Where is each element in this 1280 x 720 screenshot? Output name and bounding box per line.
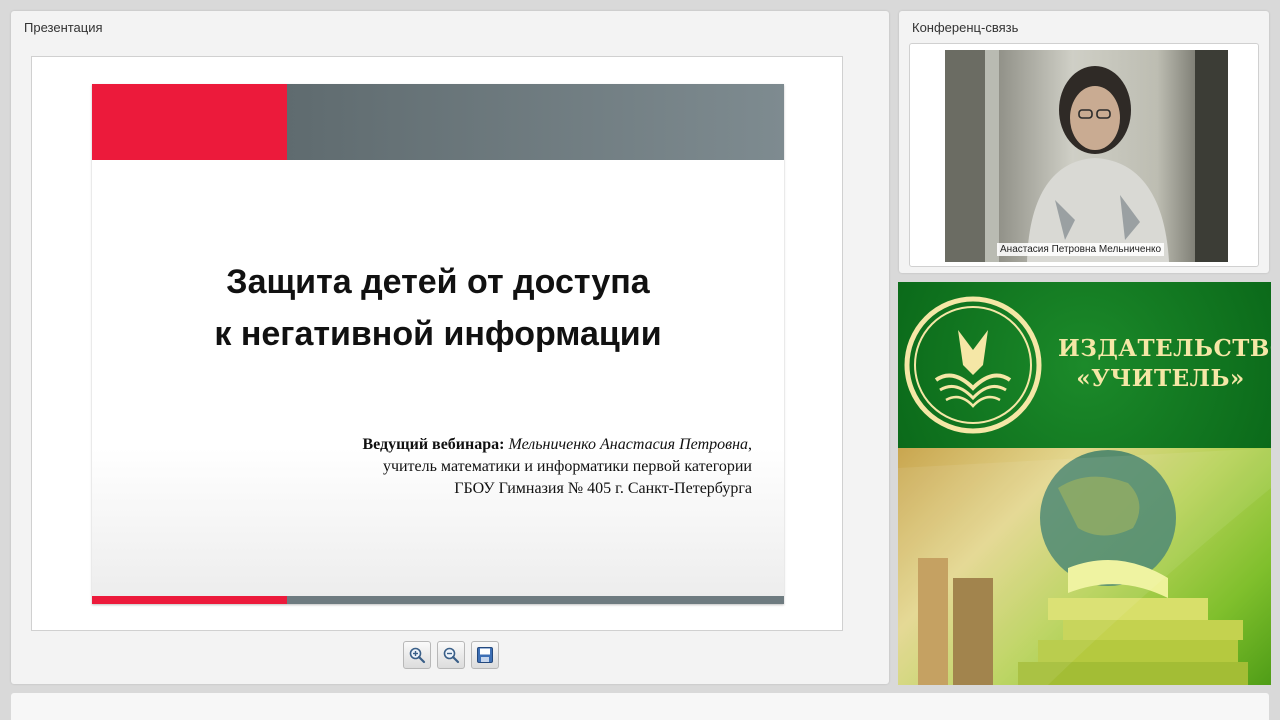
video-frame: Анастасия Петровна Мельниченко <box>909 43 1259 267</box>
zoom-in-icon <box>409 647 426 664</box>
slide-title: Защита детей от доступа к негативной инф… <box>92 256 784 360</box>
presentation-toolbar <box>403 641 503 671</box>
presentation-panel-title: Презентация <box>24 20 103 35</box>
slide-footer-red-block <box>92 596 287 604</box>
ad-header: ИЗДАТЕЛЬСТВО «УЧИТЕЛЬ» <box>898 282 1271 448</box>
slide-host-label: Ведущий вебинара: <box>362 436 505 453</box>
slide-host-name: Мельниченко Анастасия Петровна <box>508 436 748 453</box>
bottom-panel <box>11 693 1269 720</box>
publisher-ad-banner[interactable]: ИЗДАТЕЛЬСТВО «УЧИТЕЛЬ» <box>898 282 1271 685</box>
slide-header-red-block <box>92 84 287 160</box>
slide-footer-gray-block <box>287 596 784 604</box>
zoom-out-icon <box>443 647 460 664</box>
ad-books-image <box>898 448 1271 685</box>
save-button[interactable] <box>471 641 499 669</box>
save-icon <box>477 647 493 663</box>
conference-panel: Конференц-связь Анастасия Петровна Мельн… <box>899 11 1269 273</box>
zoom-in-button[interactable] <box>403 641 431 669</box>
ad-text: ИЗДАТЕЛЬСТВО «УЧИТЕЛЬ» <box>1058 334 1271 394</box>
slide-title-line-1: Защита детей от доступа <box>226 263 650 301</box>
presentation-slide: Защита детей от доступа к негативной инф… <box>92 84 784 604</box>
webcam-person-image <box>945 50 1228 262</box>
slide-title-line-2: к негативной информации <box>214 315 662 353</box>
participant-name-label: Анастасия Петровна Мельниченко <box>997 243 1165 256</box>
ad-line-2: «УЧИТЕЛЬ» <box>1076 365 1245 392</box>
slide-host-line: Ведущий вебинара: Мельниченко Анастасия … <box>362 436 752 453</box>
slide-author-block: Ведущий вебинара: Мельниченко Анастасия … <box>362 434 752 500</box>
participant-video[interactable]: Анастасия Петровна Мельниченко <box>945 50 1228 262</box>
books-and-globe-image <box>898 448 1271 685</box>
slide-header-gray-block <box>287 84 784 160</box>
conference-panel-title: Конференц-связь <box>912 20 1019 35</box>
zoom-out-button[interactable] <box>437 641 465 669</box>
slide-host-school: ГБОУ Гимназия № 405 г. Санкт-Петербурга <box>454 480 752 497</box>
ad-line-1: ИЗДАТЕЛЬСТВО <box>1058 335 1271 362</box>
slide-host-role: учитель математики и информатики первой … <box>382 458 752 475</box>
publisher-logo-icon <box>904 296 1042 434</box>
slide-frame: Защита детей от доступа к негативной инф… <box>31 56 843 631</box>
presentation-panel: Презентация Защита детей от доступа к не… <box>11 11 889 684</box>
